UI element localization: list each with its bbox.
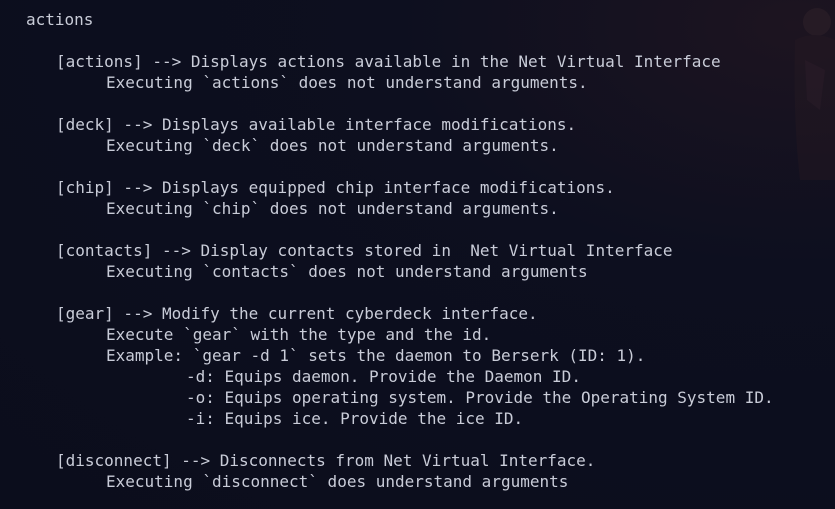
wallpaper-figure-icon xyxy=(794,8,835,180)
gear-option-os: -o: Equips operating system. Provide the… xyxy=(186,388,774,407)
chip-description: Executing `chip` does not understand arg… xyxy=(106,199,559,218)
gear-option-ice: -i: Equips ice. Provide the ice ID. xyxy=(186,409,524,428)
gear-example: Example: `gear -d 1` sets the daemon to … xyxy=(106,346,646,365)
chip-heading: [chip] --> Displays equipped chip interf… xyxy=(56,178,615,197)
command-prompt-text: actions xyxy=(26,10,94,29)
disconnect-description: Executing `disconnect` does understand a… xyxy=(106,472,569,491)
disconnect-heading: [disconnect] --> Disconnects from Net Vi… xyxy=(56,451,596,470)
gear-heading: [gear] --> Modify the current cyberdeck … xyxy=(56,304,538,323)
actions-description: Executing `actions` does not understand … xyxy=(106,73,588,92)
deck-heading: [deck] --> Displays available interface … xyxy=(56,115,577,134)
contacts-heading: [contacts] --> Display contacts stored i… xyxy=(56,241,673,260)
terminal-window: actions [actions] --> Displays actions a… xyxy=(0,0,835,509)
gear-description: Execute `gear` with the type and the id. xyxy=(106,325,492,344)
contacts-description: Executing `contacts` does not understand… xyxy=(106,262,588,281)
actions-heading: [actions] --> Displays actions available… xyxy=(56,52,721,71)
deck-description: Executing `deck` does not understand arg… xyxy=(106,136,559,155)
gear-option-daemon: -d: Equips daemon. Provide the Daemon ID… xyxy=(186,367,581,386)
